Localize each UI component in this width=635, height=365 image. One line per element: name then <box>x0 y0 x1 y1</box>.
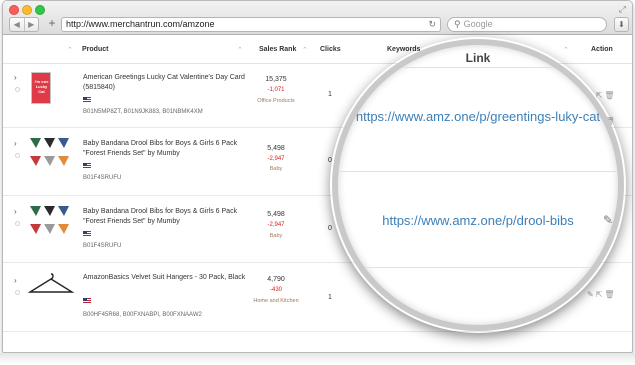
product-title[interactable]: Baby Bandana Drool Bibs for Boys & Girls… <box>83 207 258 227</box>
clicks-value: 1 <box>328 294 332 301</box>
sales-rank-delta: -2,947 <box>267 156 285 162</box>
product-thumbnail[interactable] <box>29 205 73 241</box>
download-icon[interactable]: ⬇ <box>614 17 629 32</box>
expand-row-icon[interactable]: › <box>14 139 17 148</box>
product-link[interactable]: https://www.amz.one/p/drool-bibs <box>338 213 618 229</box>
address-bar[interactable]: http://www.merchantrun.com/amzone ↻ <box>61 17 441 32</box>
new-tab-icon[interactable]: + <box>45 17 59 32</box>
asin-list: B01F4SRUFU <box>83 243 122 249</box>
edit-icon[interactable]: ✎ <box>603 117 613 131</box>
us-flag-icon <box>83 298 91 303</box>
status-dot <box>15 221 20 226</box>
search-input[interactable]: ⚲ Google <box>447 17 607 32</box>
product-title[interactable]: AmazonBasics Velvet Suit Hangers - 30 Pa… <box>83 273 258 283</box>
sort-icon[interactable]: ⌃ <box>302 46 308 54</box>
url-text: http://www.merchantrun.com/amzone <box>66 19 215 29</box>
window-shadow <box>0 353 635 365</box>
fullscreen-icon[interactable]: ⤢ <box>619 4 626 15</box>
us-flag-icon <box>83 231 91 236</box>
status-dot <box>15 153 20 158</box>
column-header-product[interactable]: Product <box>82 46 108 53</box>
product-thumbnail[interactable]: I'm one Lucky Cat <box>31 72 51 104</box>
close-window-button[interactable] <box>9 5 19 15</box>
magnifier-lens: Link https://www.amz.one/p/greentings-lu… <box>332 39 624 331</box>
sales-rank-delta: -430 <box>269 287 282 293</box>
clicks-value: 1 <box>328 91 332 98</box>
sales-rank-value: 15,375 <box>265 76 287 83</box>
product-title[interactable]: American Greetings Lucky Cat Valentine's… <box>83 73 258 93</box>
search-icon: ⚲ <box>454 19 461 29</box>
column-header-sales-rank[interactable]: Sales Rank <box>259 46 296 53</box>
us-flag-icon <box>83 97 91 102</box>
sales-rank-delta: -2,947 <box>267 222 285 228</box>
search-placeholder: Google <box>463 19 493 29</box>
clicks-value: 0 <box>328 225 332 232</box>
sales-rank-delta: -1,071 <box>267 87 285 93</box>
edit-icon[interactable]: ✎ <box>603 213 613 227</box>
minimize-window-button[interactable] <box>22 5 32 15</box>
category-label: Baby <box>269 233 283 239</box>
expand-row-icon[interactable]: › <box>14 73 17 82</box>
category-label: Baby <box>269 166 283 172</box>
divider <box>338 171 618 172</box>
browser-window: ⤢ ◀ ▶ + http://www.merchantrun.com/amzon… <box>2 0 633 353</box>
asin-list: B01N5MP8ZT, B01N9JK883, B01NBMK4XM <box>83 109 203 115</box>
product-thumbnail[interactable] <box>27 272 75 296</box>
row-actions[interactable]: ✎⇱🗑 <box>587 290 617 299</box>
sort-icon[interactable]: ⌃ <box>67 46 73 54</box>
sales-rank-value: 5,498 <box>267 145 285 152</box>
category-label: Office Products <box>257 98 295 104</box>
sales-rank-value: 5,498 <box>267 211 285 218</box>
sort-icon[interactable]: ⌃ <box>237 46 243 54</box>
sales-rank-value: 4,790 <box>267 276 285 283</box>
link-column-header: Link <box>465 51 491 65</box>
browser-toolbar: ⤢ ◀ ▶ + http://www.merchantrun.com/amzon… <box>3 1 632 35</box>
product-title[interactable]: Baby Bandana Drool Bibs for Boys & Girls… <box>83 139 258 159</box>
asin-list: B01F4SRUFU <box>83 175 122 181</box>
divider <box>338 267 618 268</box>
divider <box>338 67 618 68</box>
back-arrow-icon[interactable]: ◀ <box>10 18 24 31</box>
category-label: Home and Kitchen <box>253 298 299 304</box>
nav-buttons: ◀ ▶ <box>9 17 39 32</box>
status-dot <box>15 290 20 295</box>
product-thumbnail[interactable] <box>29 137 73 173</box>
thumbnail-text: I'm one Lucky Cat <box>34 79 49 94</box>
zoom-window-button[interactable] <box>35 5 45 15</box>
forward-arrow-icon[interactable]: ▶ <box>23 18 39 31</box>
expand-row-icon[interactable]: › <box>14 207 17 216</box>
asin-list: B00HF45R68, B00FXNABPI, B00FXNAAW2 <box>83 312 202 318</box>
reload-icon[interactable]: ↻ <box>428 18 436 31</box>
product-link[interactable]: https://www.amz.one/p/greentings-luky-ca… <box>338 109 618 125</box>
expand-row-icon[interactable]: › <box>14 276 17 285</box>
us-flag-icon <box>83 163 91 168</box>
status-dot <box>15 87 20 92</box>
